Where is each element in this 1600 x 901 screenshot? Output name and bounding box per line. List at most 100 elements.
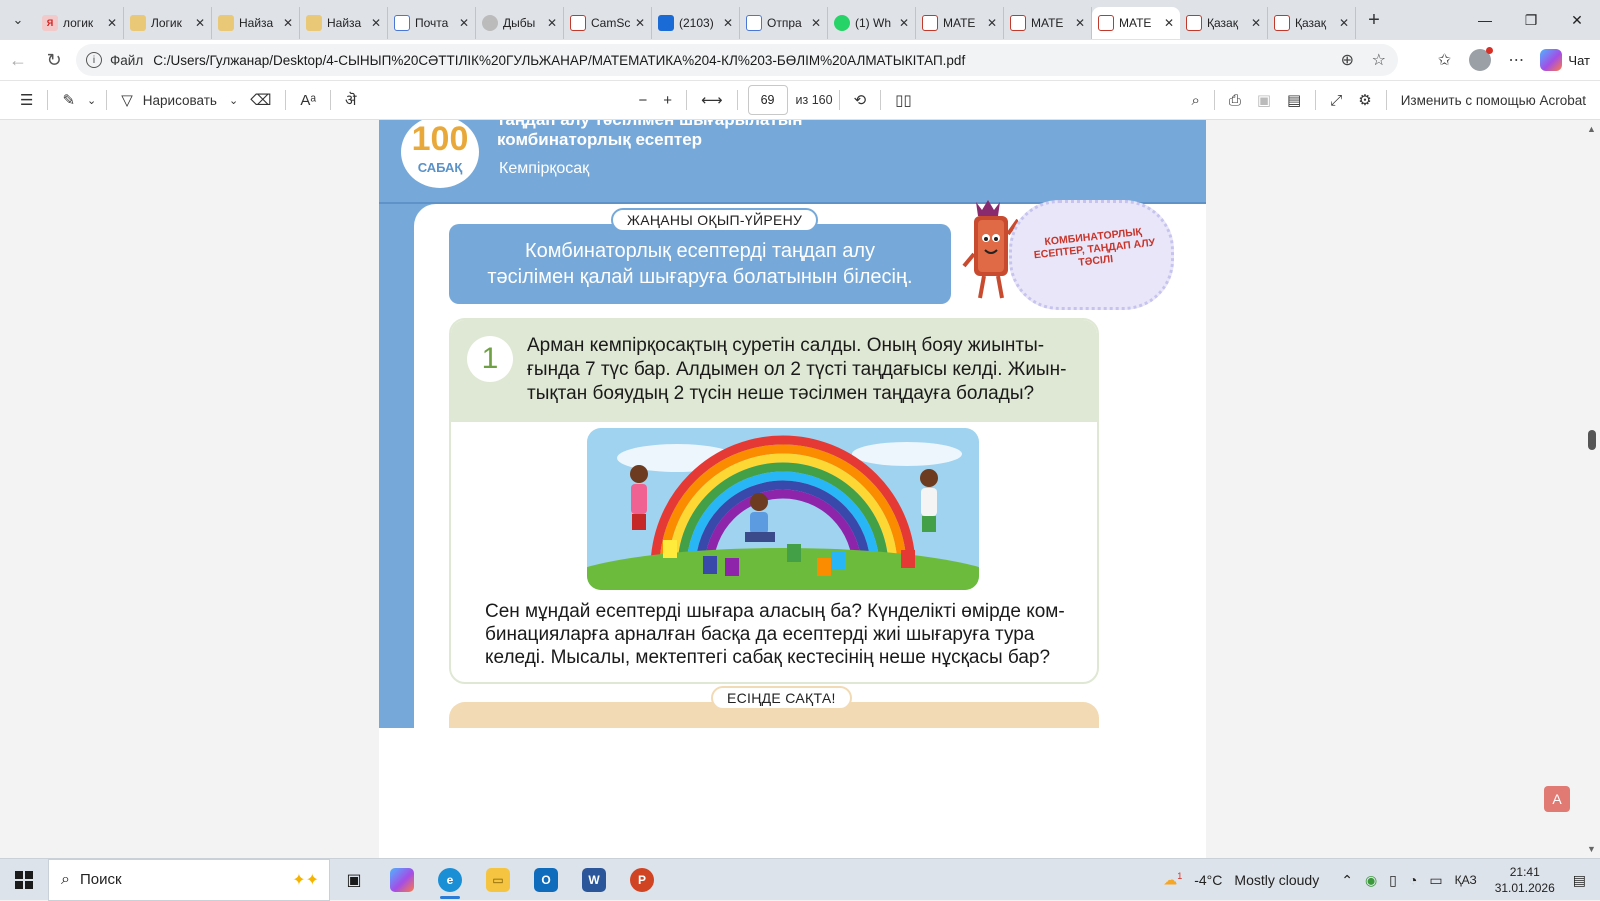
close-tab-icon[interactable]: ✕ bbox=[1075, 16, 1085, 30]
scroll-thumb[interactable] bbox=[1588, 430, 1596, 450]
restore-icon[interactable]: ❐ bbox=[1508, 0, 1554, 40]
close-tab-icon[interactable]: ✕ bbox=[1251, 16, 1261, 30]
notifications-icon[interactable]: ▤ bbox=[1567, 872, 1600, 889]
powerpoint-app-icon[interactable]: P bbox=[618, 859, 666, 901]
draw-button[interactable]: Нарисовать bbox=[141, 85, 225, 115]
security-icon[interactable]: ◉ bbox=[1359, 872, 1383, 889]
clock[interactable]: 21:41 31.01.2026 bbox=[1483, 864, 1567, 896]
copilot-button[interactable]: Чат bbox=[1534, 49, 1600, 71]
profile-button[interactable] bbox=[1462, 44, 1498, 76]
browser-tab[interactable]: CamSc ✕ bbox=[564, 7, 652, 39]
search-icon[interactable]: ⌕ bbox=[1183, 85, 1207, 115]
refresh-icon[interactable]: ↻ bbox=[36, 44, 72, 76]
browser-tab[interactable]: МАТЕ ✕ bbox=[916, 7, 1004, 39]
zoom-icon[interactable]: ⊕ bbox=[1341, 50, 1354, 70]
wifi-icon[interactable]: ◔ bbox=[1403, 872, 1423, 888]
close-tab-icon[interactable]: ✕ bbox=[371, 16, 381, 30]
weather-temp[interactable]: -4°C bbox=[1188, 872, 1228, 888]
browser-tab[interactable]: МАТЕ ✕ bbox=[1004, 7, 1092, 39]
browser-tab[interactable]: Қазақ ✕ bbox=[1268, 7, 1356, 39]
battery-icon[interactable]: ▭ bbox=[1423, 872, 1448, 889]
browser-tab[interactable]: Найза ✕ bbox=[212, 7, 300, 39]
browser-tab[interactable]: Дыбы ✕ bbox=[476, 7, 564, 39]
translate-icon[interactable]: ऄ bbox=[337, 85, 364, 115]
close-tab-icon[interactable]: ✕ bbox=[1339, 16, 1349, 30]
chevron-down-icon[interactable]: ⌄ bbox=[83, 85, 100, 115]
minimize-icon[interactable]: — bbox=[1462, 0, 1508, 40]
browser-tab[interactable]: Логик ✕ bbox=[124, 7, 212, 39]
print-icon[interactable]: ⎙ bbox=[1221, 85, 1249, 115]
browser-tab[interactable]: (2103) ✕ bbox=[652, 7, 740, 39]
language-indicator[interactable]: ҚАЗ bbox=[1449, 873, 1483, 887]
rotate-icon[interactable]: ⟲ bbox=[846, 85, 875, 115]
start-button[interactable] bbox=[0, 859, 48, 901]
task-view-icon[interactable]: ▣ bbox=[330, 859, 378, 901]
page-number-input[interactable]: 69 bbox=[747, 85, 788, 115]
page-view-icon[interactable]: ▯▯ bbox=[887, 85, 920, 115]
topic-cloud: КОМБИНАТОРЛЫҚ ЕСЕПТЕР, ТАҢДАП АЛУ ТӘСІЛІ bbox=[1009, 200, 1174, 310]
weather-text[interactable]: Mostly cloudy bbox=[1228, 872, 1325, 888]
close-tab-icon[interactable]: ✕ bbox=[723, 16, 733, 30]
close-tab-icon[interactable]: ✕ bbox=[987, 16, 997, 30]
copilot-app-icon[interactable] bbox=[378, 859, 426, 901]
close-tab-icon[interactable]: ✕ bbox=[1164, 16, 1174, 30]
close-tab-icon[interactable]: ✕ bbox=[547, 16, 557, 30]
file-explorer-icon[interactable]: ▭ bbox=[474, 859, 522, 901]
zoom-in-icon[interactable]: + bbox=[655, 85, 680, 115]
browser-tab[interactable]: Найза ✕ bbox=[300, 7, 388, 39]
close-tab-icon[interactable]: ✕ bbox=[107, 16, 117, 30]
chevron-down-icon[interactable]: ⌄ bbox=[225, 85, 242, 115]
info-icon[interactable]: i bbox=[86, 52, 102, 68]
pdf-icon bbox=[570, 15, 586, 31]
browser-tab-active[interactable]: МАТЕ ✕ bbox=[1092, 7, 1180, 39]
close-window-icon[interactable]: ✕ bbox=[1554, 0, 1600, 40]
close-tab-icon[interactable]: ✕ bbox=[283, 16, 293, 30]
edge-browser-icon[interactable]: e bbox=[426, 859, 474, 901]
taskbar-search[interactable]: ⌕ Поиск ✦✦ bbox=[48, 858, 330, 901]
address-bar[interactable]: i Файл C:/Users/Гулжанар/Desktop/4-СЫНЫП… bbox=[76, 44, 1398, 76]
url-text[interactable]: C:/Users/Гулжанар/Desktop/4-СЫНЫП%20СӘТТ… bbox=[153, 53, 965, 68]
close-tab-icon[interactable]: ✕ bbox=[635, 16, 645, 30]
zoom-out-icon[interactable]: − bbox=[630, 85, 655, 115]
image-icon bbox=[130, 15, 146, 31]
back-arrow-icon[interactable]: ← bbox=[0, 44, 36, 76]
settings-gear-icon[interactable]: ⚙ bbox=[1350, 85, 1379, 115]
tab-title: МАТЕ bbox=[1031, 16, 1064, 30]
scroll-up-icon[interactable]: ▲ bbox=[1587, 124, 1596, 134]
read-aloud-icon[interactable]: Aᵃ bbox=[292, 85, 324, 115]
save-as-icon[interactable]: ▤ bbox=[1279, 85, 1309, 115]
highlight-icon[interactable]: ✎ bbox=[54, 85, 83, 115]
gear-icon bbox=[482, 15, 498, 31]
new-tab-plus-icon[interactable]: + bbox=[1356, 0, 1392, 40]
edit-with-acrobat-button[interactable]: Изменить с помощью Acrobat bbox=[1393, 85, 1600, 115]
browser-tab[interactable]: (1) Wh ✕ bbox=[828, 7, 916, 39]
close-tab-icon[interactable]: ✕ bbox=[899, 16, 909, 30]
device-icon[interactable]: ▯ bbox=[1383, 872, 1403, 889]
system-tray: ☁1 -4°C Mostly cloudy ⌃ ◉ ▯ ◔ ▭ ҚАЗ 21:4… bbox=[1157, 859, 1600, 901]
browser-tab[interactable]: Отпра ✕ bbox=[740, 7, 828, 39]
pdf-viewer[interactable]: 100 САБАҚ таңдап алу тәсілімен шығарылат… bbox=[0, 120, 1600, 858]
tray-chevron-icon[interactable]: ⌃ bbox=[1335, 872, 1359, 889]
close-tab-icon[interactable]: ✕ bbox=[811, 16, 821, 30]
word-app-icon[interactable]: W bbox=[570, 859, 618, 901]
vertical-scrollbar[interactable]: ▲ ▼ bbox=[1584, 120, 1600, 858]
task-body-text: Сен мұндай есептерді шығара аласың ба? К… bbox=[485, 600, 1075, 669]
contents-list-icon[interactable]: ☰ bbox=[12, 85, 41, 115]
fullscreen-icon[interactable]: ⤢ bbox=[1322, 85, 1350, 115]
browser-tab[interactable]: Қазақ ✕ bbox=[1180, 7, 1268, 39]
outlook-app-icon[interactable]: O bbox=[522, 859, 570, 901]
more-menu-icon[interactable]: ⋯ bbox=[1498, 44, 1534, 76]
weather-icon[interactable]: ☁1 bbox=[1157, 871, 1188, 889]
close-tab-icon[interactable]: ✕ bbox=[459, 16, 469, 30]
scroll-down-icon[interactable]: ▼ bbox=[1587, 844, 1596, 854]
favorite-star-icon[interactable]: ☆ bbox=[1372, 50, 1386, 70]
acrobat-icon[interactable]: A bbox=[1544, 786, 1570, 812]
browser-tab[interactable]: Ялогик ✕ bbox=[36, 7, 124, 39]
eraser-icon[interactable]: ⌫ bbox=[242, 85, 279, 115]
draw-icon[interactable]: ▽ bbox=[113, 85, 141, 115]
browser-tab[interactable]: Почта ✕ bbox=[388, 7, 476, 39]
fit-width-icon[interactable]: ⟷ bbox=[693, 85, 731, 115]
close-tab-icon[interactable]: ✕ bbox=[195, 16, 205, 30]
favorites-icon[interactable]: ✩ bbox=[1426, 44, 1462, 76]
tab-actions-chevron-icon[interactable]: ⌄ bbox=[0, 0, 36, 40]
